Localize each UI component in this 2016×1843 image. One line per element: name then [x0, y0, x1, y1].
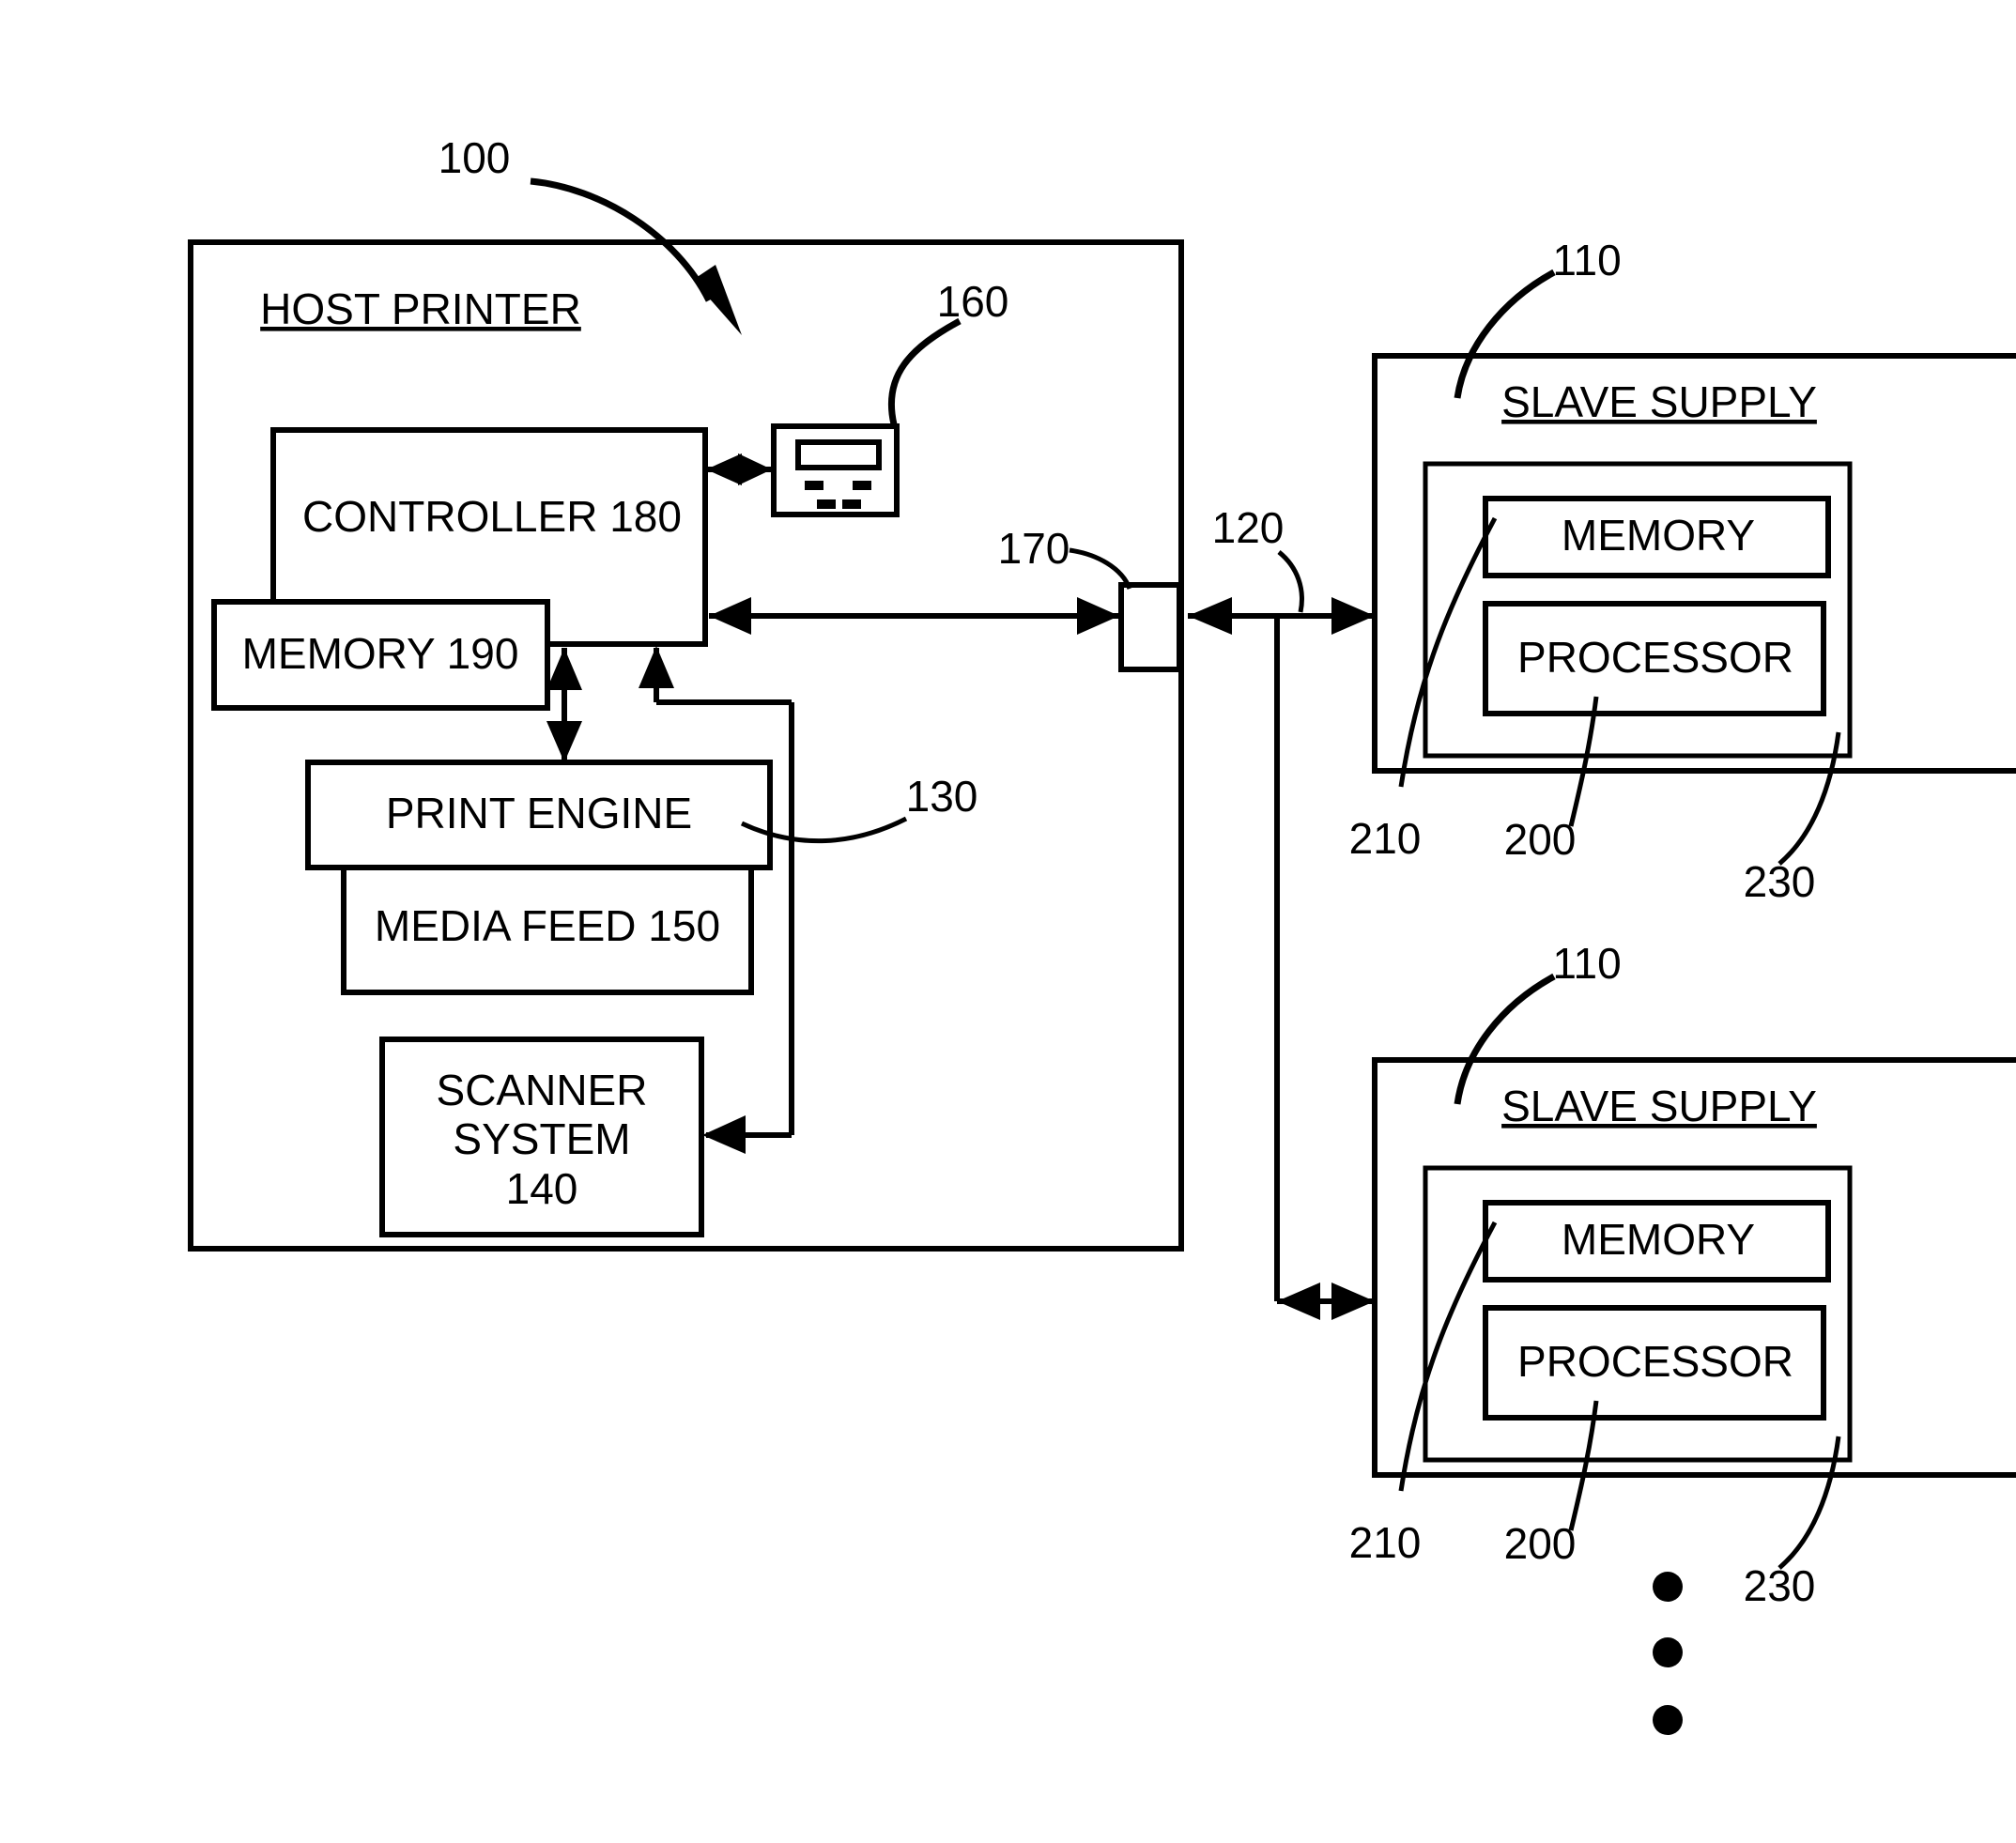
ref-120-leader [1277, 550, 1304, 613]
control-panel-icon [771, 423, 900, 517]
ref-160-label: 160 [937, 277, 1009, 326]
slave-2-ref-200-label: 200 [1504, 1519, 1577, 1568]
scanner-system-label-line2: SYSTEM [453, 1114, 630, 1163]
memory-190-label: MEMORY 190 [242, 629, 519, 678]
slave-2-ref-110-label: 110 [1552, 939, 1621, 988]
patent-figure: 100 HOST PRINTER 160 CONTROLLER 180 MEMO… [0, 0, 2016, 1843]
slave-1-title: SLAVE SUPPLY [1501, 377, 1817, 426]
ref-130-label: 130 [906, 772, 978, 821]
ref-170-label: 170 [998, 524, 1070, 573]
ref-160-leader [887, 317, 962, 425]
slave-2-ref-210-label: 210 [1349, 1518, 1422, 1567]
slave-2-title: SLAVE SUPPLY [1501, 1082, 1817, 1130]
ref-100-label: 100 [439, 133, 511, 182]
slave-2-ref-230-label: 230 [1744, 1561, 1816, 1610]
memory-printengine-link [546, 648, 582, 762]
slave-1-ref-210-label: 210 [1349, 814, 1422, 863]
scanner-system-label-line3: 140 [506, 1164, 578, 1213]
slave-2-leader-230 [1777, 1436, 1841, 1570]
slave-1-leader-210 [1398, 516, 1498, 788]
slave-1-memory-label: MEMORY [1562, 511, 1755, 560]
controller-label: CONTROLLER 180 [302, 492, 682, 541]
bus-120 [1188, 597, 1375, 1320]
print-engine-label: PRINT ENGINE [386, 789, 692, 837]
figure-canvas: 100 HOST PRINTER 160 CONTROLLER 180 MEMO… [188, 133, 2016, 1735]
slave-1-ref-110-label: 110 [1552, 236, 1621, 284]
slave-1-leader-230 [1777, 731, 1841, 866]
host-printer-title: HOST PRINTER [260, 284, 581, 333]
media-feed-label: MEDIA FEED 150 [375, 901, 720, 950]
slave-2-memory-label: MEMORY [1562, 1215, 1755, 1264]
slave-supply-2: 110 SLAVE SUPPLY MEMORY PROCESSOR 210 20… [1349, 939, 2016, 1610]
continuation-ellipsis-icon [1653, 1572, 1683, 1735]
slave-1-ref-200-label: 200 [1504, 815, 1577, 864]
controller-interface-link [709, 597, 1119, 635]
host-interface-170 [1118, 582, 1182, 672]
controller-panel-link [706, 453, 772, 485]
ref-120-label: 120 [1212, 503, 1285, 552]
slave-2-leader-210 [1398, 1221, 1498, 1492]
scanner-system-label-line1: SCANNER [437, 1066, 648, 1114]
slave-2-processor-label: PROCESSOR [1517, 1337, 1793, 1386]
slave-1-ref-230-label: 230 [1744, 857, 1816, 906]
slave-supply-1: 110 SLAVE SUPPLY MEMORY PROCESSOR 210 20… [1349, 236, 2016, 906]
slave-1-processor-label: PROCESSOR [1517, 633, 1793, 682]
